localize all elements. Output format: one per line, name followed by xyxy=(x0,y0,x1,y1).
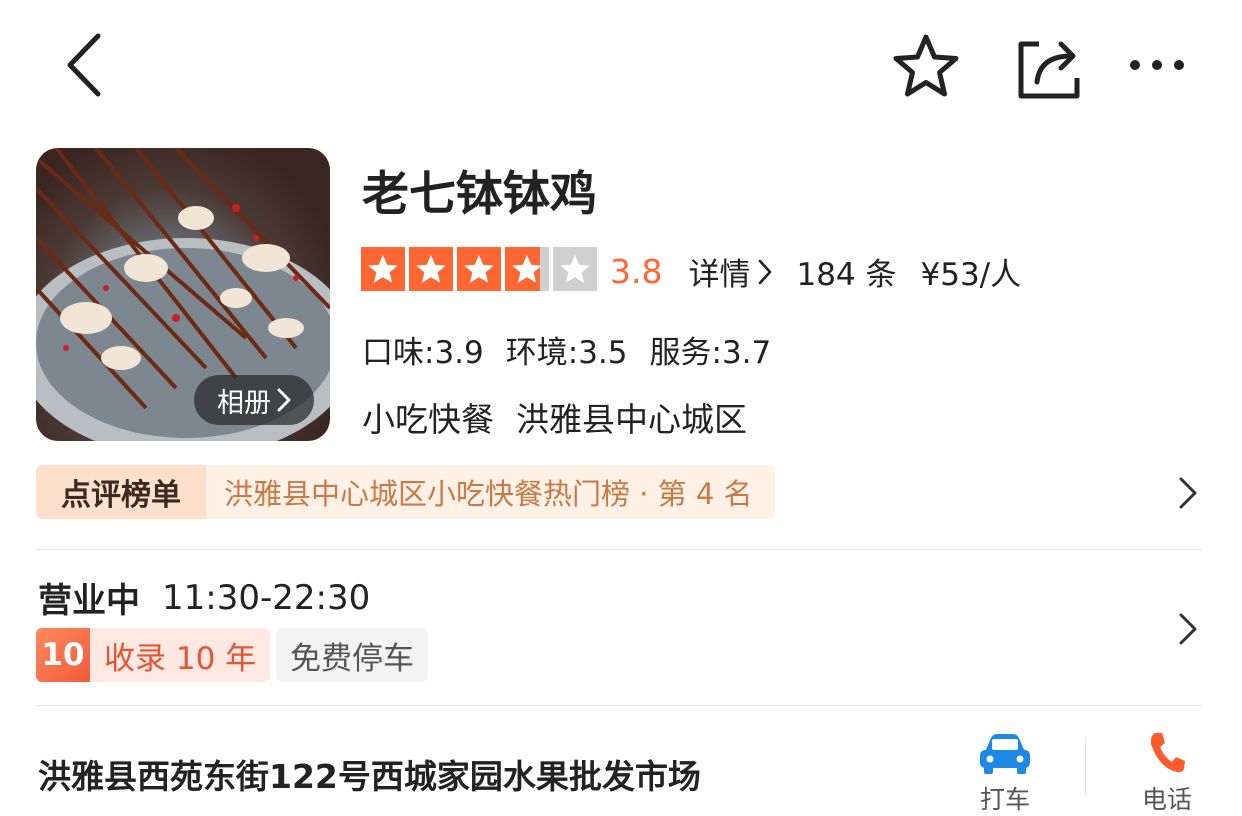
share-icon xyxy=(1018,41,1080,99)
district: 洪雅县中心城区 xyxy=(516,400,747,439)
divider xyxy=(36,549,1202,550)
star-icon xyxy=(457,247,501,291)
divider xyxy=(1085,738,1086,796)
business-status: 营业中 xyxy=(38,581,140,621)
ranking-text: 洪雅县中心城区小吃快餐热门榜 · 第 4 名 xyxy=(206,465,775,519)
car-icon xyxy=(980,734,1030,774)
review-count: 184 条 xyxy=(796,257,897,293)
category: 小吃快餐 xyxy=(362,400,494,439)
album-button[interactable]: 相册 xyxy=(194,375,314,425)
sub-scores: 口味:3.9 环境:3.5 服务:3.7 xyxy=(362,327,771,372)
taxi-button[interactable]: 打车 xyxy=(972,732,1038,816)
years-number: 10 xyxy=(36,628,90,682)
years-text: 收录 10 年 xyxy=(90,628,271,682)
more-dots-icon xyxy=(1130,60,1184,70)
hours-range: 11:30-22:30 xyxy=(162,577,371,618)
ranking-label: 点评榜单 xyxy=(36,465,206,519)
more-button[interactable] xyxy=(1124,50,1190,80)
rating-value: 3.8 xyxy=(610,252,663,291)
chevron-right-icon xyxy=(277,388,291,412)
shop-tags: 小吃快餐 洪雅县中心城区 xyxy=(362,393,747,441)
phone-label: 电话 xyxy=(1141,785,1192,814)
phone-icon xyxy=(1150,733,1185,773)
divider xyxy=(36,705,1202,706)
taxi-label: 打车 xyxy=(979,785,1030,814)
shop-name: 老七钵钵鸡 xyxy=(362,167,597,222)
score-taste: 口味:3.9 xyxy=(362,335,484,371)
back-button[interactable] xyxy=(52,30,116,100)
business-hours[interactable]: 营业中 11:30-22:30 xyxy=(38,573,370,622)
ranking-banner[interactable]: 点评榜单 洪雅县中心城区小吃快餐热门榜 · 第 4 名 xyxy=(36,465,775,519)
star-icon xyxy=(505,247,549,291)
parking-tag: 免费停车 xyxy=(276,628,428,682)
star-outline-icon xyxy=(893,34,959,97)
chevron-left-icon xyxy=(67,33,101,97)
shop-address[interactable]: 洪雅县西苑东街122号西城家园水果批发市场 xyxy=(38,750,701,798)
score-environment: 环境:3.5 xyxy=(505,335,628,371)
album-label: 相册 xyxy=(217,387,271,419)
star-icon xyxy=(409,247,453,291)
star-icon xyxy=(361,247,405,291)
score-service: 服务:3.7 xyxy=(649,335,772,371)
rating-row: 3.8 详情 184 条 ¥53/人 xyxy=(610,249,1021,294)
price-per-person: ¥53/人 xyxy=(920,257,1022,293)
ranking-chevron-icon[interactable] xyxy=(1178,476,1198,514)
chevron-right-icon xyxy=(759,259,772,284)
share-button[interactable] xyxy=(1012,32,1084,102)
years-badge: 10 收录 10 年 xyxy=(36,628,271,682)
star-rating xyxy=(361,247,597,291)
star-icon xyxy=(553,247,597,291)
hours-chevron-icon[interactable] xyxy=(1178,612,1198,650)
details-label: 详情 xyxy=(688,257,751,293)
phone-button[interactable]: 电话 xyxy=(1134,730,1200,816)
favorite-button[interactable] xyxy=(888,30,964,102)
details-link[interactable]: 详情 xyxy=(688,249,772,294)
